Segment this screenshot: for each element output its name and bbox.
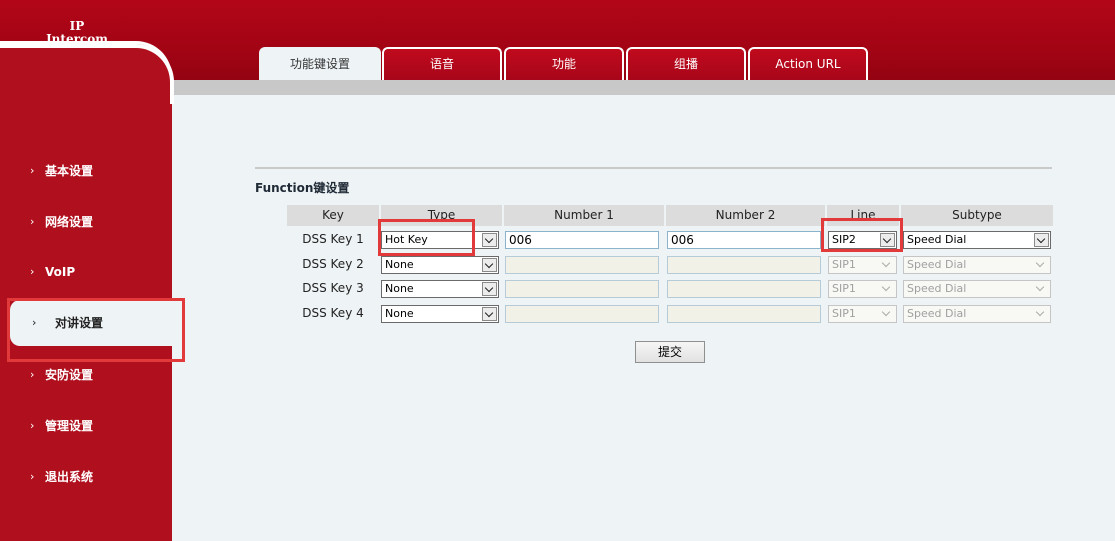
line-select-value: SIP1	[832, 307, 856, 320]
chevron-down-icon	[880, 307, 895, 321]
tab-audio[interactable]: 语音	[382, 47, 502, 80]
line-select[interactable]: SIP1	[828, 305, 897, 323]
line-select[interactable]: SIP2	[828, 231, 897, 249]
subtype-select-value: Speed Dial	[907, 307, 967, 320]
subtype-select[interactable]: Speed Dial	[903, 231, 1051, 249]
chevron-down-icon	[1034, 307, 1049, 321]
sidebar-item-security-settings[interactable]: › 安防设置	[0, 360, 172, 390]
subtype-select[interactable]: Speed Dial	[903, 256, 1051, 274]
chevron-right-icon: ›	[30, 470, 35, 483]
sidebar-item-label: 网络设置	[45, 215, 94, 229]
number1-input[interactable]	[505, 280, 659, 298]
sidebar-item-logout[interactable]: › 退出系统	[0, 462, 172, 492]
type-select-value: None	[385, 282, 414, 295]
chevron-right-icon: ›	[30, 215, 35, 228]
line-select-value: SIP1	[832, 258, 856, 271]
tab-features[interactable]: 功能	[504, 47, 624, 80]
sidebar-item-management-settings[interactable]: › 管理设置	[0, 411, 172, 441]
chevron-down-icon	[880, 282, 895, 296]
column-header-number1: Number 1	[504, 205, 664, 226]
type-select[interactable]: Hot Key	[381, 231, 499, 249]
number2-input[interactable]	[667, 256, 821, 274]
chevron-down-icon	[1034, 258, 1049, 272]
number2-input[interactable]	[667, 305, 821, 323]
sidebar-item-label: 管理设置	[45, 419, 94, 433]
line-select-value: SIP1	[832, 282, 856, 295]
tab-bar-underline	[170, 80, 1115, 95]
number1-input[interactable]	[505, 256, 659, 274]
subtype-select[interactable]: Speed Dial	[903, 280, 1051, 298]
chevron-down-icon	[482, 258, 497, 272]
column-header-line: Line	[827, 205, 899, 226]
chevron-right-icon: ›	[30, 265, 35, 278]
subtype-select-value: Speed Dial	[907, 282, 967, 295]
chevron-down-icon	[482, 233, 497, 247]
chevron-down-icon	[1034, 233, 1049, 247]
section-title: Function键设置	[255, 181, 350, 195]
number2-input[interactable]: 006	[667, 231, 821, 249]
chevron-right-icon: ›	[30, 419, 35, 432]
type-select[interactable]: None	[381, 305, 499, 323]
type-select-value: None	[385, 307, 414, 320]
row-label: DSS Key 4	[302, 306, 364, 320]
submit-button[interactable]: 提交	[635, 341, 705, 363]
row-label: DSS Key 3	[302, 281, 364, 295]
chevron-right-icon: ›	[32, 316, 37, 329]
column-header-subtype: Subtype	[901, 205, 1053, 226]
sidebar-item-label: 对讲设置	[55, 316, 104, 330]
tab-function-keys[interactable]: 功能键设置	[259, 47, 381, 80]
line-select[interactable]: SIP1	[828, 256, 897, 274]
sidebar-item-network-settings[interactable]: › 网络设置	[0, 207, 172, 237]
type-select[interactable]: None	[381, 280, 499, 298]
sidebar-item-label: 退出系统	[45, 470, 94, 484]
brand-logo-text: IP Intercom	[46, 20, 108, 42]
subtype-select[interactable]: Speed Dial	[903, 305, 1051, 323]
number1-input[interactable]	[505, 305, 659, 323]
sidebar-item-label: 基本设置	[45, 164, 94, 178]
number1-input[interactable]: 006	[505, 231, 659, 249]
sidebar-item-intercom-settings[interactable]: › 对讲设置	[10, 300, 180, 346]
line-select-value: SIP2	[832, 233, 856, 246]
chevron-down-icon	[880, 258, 895, 272]
type-select-value: Hot Key	[385, 233, 428, 246]
sidebar-item-label: 安防设置	[45, 368, 94, 382]
chevron-down-icon	[482, 307, 497, 321]
line-select[interactable]: SIP1	[828, 280, 897, 298]
sidebar-item-basic-settings[interactable]: › 基本设置	[0, 156, 172, 186]
sidebar-item-voip[interactable]: › VoIP	[0, 257, 172, 287]
row-label: DSS Key 1	[302, 232, 364, 246]
column-header-number2: Number 2	[666, 205, 825, 226]
chevron-down-icon	[482, 282, 497, 296]
chevron-down-icon	[880, 233, 895, 247]
section-divider	[255, 167, 1052, 169]
chevron-right-icon: ›	[30, 164, 35, 177]
tab-multicast[interactable]: 组播	[626, 47, 746, 80]
type-select[interactable]: None	[381, 256, 499, 274]
column-header-key: Key	[287, 205, 379, 226]
chevron-down-icon	[1034, 282, 1049, 296]
number2-input[interactable]	[667, 280, 821, 298]
type-select-value: None	[385, 258, 414, 271]
tab-action-url[interactable]: Action URL	[748, 47, 868, 80]
column-header-type: Type	[381, 205, 502, 226]
sidebar-item-label: VoIP	[45, 265, 76, 279]
subtype-select-value: Speed Dial	[907, 258, 967, 271]
subtype-select-value: Speed Dial	[907, 233, 967, 246]
chevron-right-icon: ›	[30, 368, 35, 381]
row-label: DSS Key 2	[302, 257, 364, 271]
